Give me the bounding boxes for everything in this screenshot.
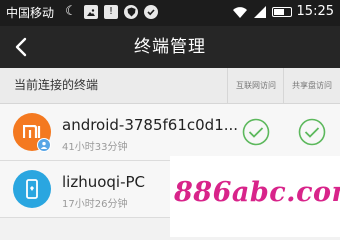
phone-icon (13, 170, 51, 208)
carrier-label: 中国移动 (6, 6, 55, 20)
watermark-text: 886abc.com (174, 177, 340, 208)
device-row-android[interactable]: android-3785f61c0d1... 41小时33分钟 (0, 104, 340, 161)
image-icon (84, 5, 98, 19)
user-badge-icon (37, 138, 51, 152)
connection-duration: 17小时26分钟 (62, 199, 128, 210)
title-bar: 终端管理 (0, 26, 340, 68)
clock: 15:25 (296, 4, 334, 19)
check-icon (144, 5, 158, 19)
page-title: 终端管理 (134, 37, 206, 57)
battery-icon (271, 7, 292, 17)
column-internet-access: 互联网访问 (236, 81, 276, 90)
watermark: 886abc.com (170, 156, 340, 237)
screen: 中国移动 ☾ ! 15:25 终端管理 当前连接的终端 互联网访问 共享盘访问 … (0, 0, 340, 237)
moon-icon: ☾ (65, 4, 77, 19)
status-bar: 中国移动 ☾ ! 15:25 (0, 0, 340, 26)
notification-icon: ! (104, 5, 118, 19)
device-name: lizhuoqi-PC (62, 173, 146, 191)
shared-disk-access-check-icon[interactable] (297, 117, 327, 147)
signal-icon (253, 6, 266, 18)
shield-icon (124, 5, 138, 19)
wifi-icon (232, 7, 247, 18)
internet-access-check-icon[interactable] (241, 117, 271, 147)
notification-icons: ☾ ! (64, 5, 158, 19)
device-name: android-3785f61c0d1... (62, 116, 239, 134)
system-indicators: 15:25 (232, 4, 334, 20)
section-title: 当前连接的终端 (14, 78, 99, 92)
column-shared-disk-access: 共享盘访问 (292, 81, 332, 90)
connection-duration: 41小时33分钟 (62, 142, 128, 153)
table-header: 当前连接的终端 互联网访问 共享盘访问 (0, 68, 340, 104)
